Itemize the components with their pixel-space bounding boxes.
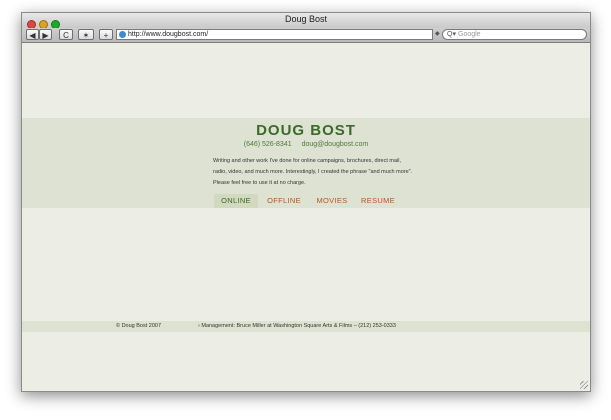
- reload-button[interactable]: C: [59, 29, 73, 40]
- address-bar[interactable]: http://www.dougbost.com/: [116, 29, 433, 40]
- snapback-button[interactable]: ✶: [78, 29, 94, 40]
- browser-window: Doug Bost ◀ ▶ C ✶ + http://www.dougbost.…: [21, 12, 591, 392]
- email-link[interactable]: doug@dougbost.com: [302, 141, 369, 148]
- site-name[interactable]: DOUG BOST: [22, 122, 590, 139]
- site-description: Writing and other work I've done for onl…: [213, 158, 413, 186]
- globe-icon: [119, 31, 126, 38]
- copyright: © Doug Bost 2007: [116, 323, 162, 329]
- url-dropdown-icon[interactable]: ◆: [435, 30, 440, 37]
- forward-button[interactable]: ▶: [39, 29, 52, 40]
- phone-number: (646) 526-8341: [243, 141, 292, 148]
- back-button[interactable]: ◀: [26, 29, 39, 40]
- nav-resume[interactable]: RESUME: [358, 194, 398, 208]
- nav-movies[interactable]: MOVIES: [312, 194, 352, 208]
- window-title: Doug Bost: [284, 14, 328, 24]
- site-header: DOUG BOST (646) 526-8341 doug@dougbost.co…: [22, 118, 590, 208]
- resize-grip[interactable]: [580, 381, 588, 389]
- address-url: http://www.dougbost.com/: [128, 31, 209, 38]
- title-bar: Doug Bost: [22, 13, 590, 29]
- search-icon: Q▾: [447, 31, 456, 38]
- search-input[interactable]: Q▾ Google: [442, 29, 587, 40]
- search-placeholder: Google: [458, 31, 481, 38]
- nav-online[interactable]: ONLINE: [214, 194, 258, 208]
- site-footer: © Doug Bost 2007 › Management: Bruce Mil…: [22, 321, 590, 332]
- management-link[interactable]: › Management: Bruce Miller at Washington…: [198, 321, 396, 332]
- browser-toolbar: ◀ ▶ C ✶ + http://www.dougbost.com/ ◆ Q▾ …: [22, 28, 590, 43]
- nav-offline[interactable]: OFFLINE: [262, 194, 306, 208]
- contact-line: (646) 526-8341 doug@dougbost.com: [22, 141, 590, 148]
- add-bookmark-button[interactable]: +: [99, 29, 113, 40]
